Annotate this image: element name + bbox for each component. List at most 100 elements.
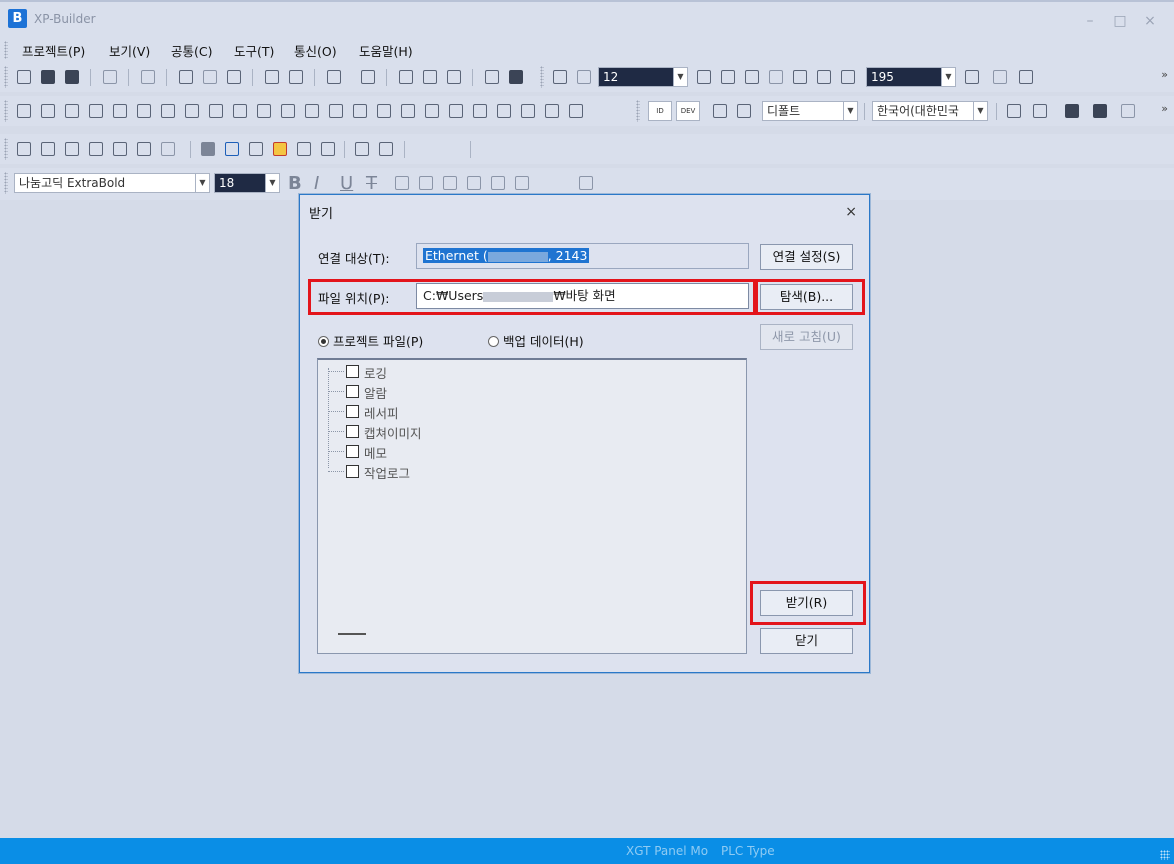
text-valign-bottom-icon[interactable] (512, 173, 532, 193)
checkbox-icon[interactable] (346, 365, 359, 378)
toolbar-grip[interactable] (4, 138, 8, 160)
align-center-icon[interactable] (38, 101, 58, 121)
same-height-icon[interactable] (326, 101, 346, 121)
same-size-icon[interactable] (350, 101, 370, 121)
toolbar-overflow-icon[interactable]: » (1161, 68, 1168, 81)
bold-icon[interactable]: B (288, 173, 308, 194)
grid-snap-icon[interactable] (574, 67, 594, 87)
chevron-down-icon[interactable]: ▼ (973, 102, 987, 120)
dev-badge-icon[interactable]: DEV (676, 101, 700, 121)
zoom-out-icon[interactable] (838, 67, 858, 87)
ungroup-icon[interactable] (358, 67, 378, 87)
toolbar-grip[interactable] (4, 66, 8, 88)
find-icon[interactable] (396, 67, 416, 87)
align-grid-2-icon[interactable] (718, 67, 738, 87)
hand-icon[interactable] (790, 67, 810, 87)
menu-help[interactable]: 도움말(H) (359, 41, 413, 60)
align-middle-icon[interactable] (110, 101, 130, 121)
download-icon[interactable] (246, 139, 266, 159)
file-location-field[interactable]: C:₩Users ₩바탕 화면 (416, 283, 749, 309)
order-icon[interactable] (398, 101, 418, 121)
same-width-icon[interactable] (302, 101, 322, 121)
bring-front-icon[interactable] (422, 101, 442, 121)
tools-icon[interactable] (1062, 101, 1082, 121)
radio-backup-data[interactable]: 백업 데이터(H) (488, 331, 584, 350)
minimize-button[interactable]: – (1080, 11, 1100, 31)
line-icon[interactable] (766, 67, 786, 87)
radio-unselected-icon[interactable] (488, 336, 499, 347)
delete-icon[interactable] (176, 67, 196, 87)
align-left-icon[interactable] (14, 101, 34, 121)
text-valign-middle-icon[interactable] (488, 173, 508, 193)
strikethrough-icon[interactable]: T (366, 173, 386, 194)
paste-icon[interactable] (262, 67, 282, 87)
tag-icon[interactable] (710, 101, 730, 121)
toolbar-grip[interactable] (4, 172, 8, 194)
radio-selected-icon[interactable] (318, 336, 329, 347)
tree-icon[interactable] (1004, 101, 1024, 121)
align-right-icon[interactable] (62, 101, 82, 121)
toolbar-grip-2[interactable] (636, 100, 640, 122)
toolbar-overflow-icon[interactable]: » (1161, 102, 1168, 115)
space-v-icon[interactable] (278, 101, 298, 121)
connection-target-field[interactable]: Ethernet (, 2143 (416, 243, 749, 269)
id-badge-icon[interactable]: ID (648, 101, 672, 121)
split-icon[interactable] (318, 139, 338, 159)
last-page-icon[interactable] (376, 139, 396, 159)
object-edit-icon[interactable] (62, 139, 82, 159)
receive-button[interactable]: 받기(R) (760, 590, 853, 616)
text-align-left-icon[interactable] (392, 173, 412, 193)
language-combo[interactable]: 한국어(대한민국 ▼ (872, 101, 988, 121)
simulate-icon[interactable] (222, 139, 242, 159)
menu-common[interactable]: 공통(C) (171, 41, 212, 60)
layer-3-icon[interactable] (566, 101, 586, 121)
refresh-button[interactable]: 새로 고침(U) (760, 324, 853, 350)
center-v-icon[interactable] (230, 101, 250, 121)
layer-icon[interactable] (518, 101, 538, 121)
space-h-icon[interactable] (254, 101, 274, 121)
new-file-icon[interactable] (14, 67, 34, 87)
menubar-grip[interactable] (4, 41, 8, 59)
undo-icon[interactable] (100, 67, 120, 87)
monitor-icon[interactable] (294, 139, 314, 159)
cut-icon[interactable] (200, 67, 220, 87)
first-page-icon[interactable] (352, 139, 372, 159)
checkbox-icon[interactable] (346, 465, 359, 478)
group-icon[interactable] (324, 67, 344, 87)
size-icon[interactable] (374, 101, 394, 121)
document-icon[interactable] (110, 139, 130, 159)
print-icon[interactable] (482, 67, 502, 87)
connection-settings-button[interactable]: 연결 설정(S) (760, 244, 853, 270)
send-back-icon[interactable] (446, 101, 466, 121)
window-icon[interactable] (1030, 101, 1050, 121)
center-h-icon[interactable] (206, 101, 226, 121)
object-find-icon[interactable] (38, 139, 58, 159)
object-search-icon[interactable] (86, 139, 106, 159)
maximize-button[interactable]: □ (1110, 11, 1130, 31)
screen-icon[interactable] (420, 67, 440, 87)
text-align-right-icon[interactable] (440, 173, 460, 193)
checkbox-icon[interactable] (346, 385, 359, 398)
save-icon[interactable] (62, 67, 82, 87)
bring-forward-icon[interactable] (470, 101, 490, 121)
menu-communication[interactable]: 통신(O) (294, 41, 337, 60)
font-color-icon[interactable] (576, 173, 596, 193)
distribute-h-icon[interactable] (158, 101, 178, 121)
font-size-combo[interactable]: 18 ▼ (214, 173, 280, 193)
chevron-down-icon[interactable]: ▼ (843, 102, 857, 120)
toolbar-grip-2[interactable] (540, 66, 544, 88)
checkbox-icon[interactable] (346, 425, 359, 438)
text-tag-icon[interactable] (158, 139, 178, 159)
text-align-center-icon[interactable] (416, 173, 436, 193)
radio-project-file[interactable]: 프로젝트 파일(P) (318, 331, 423, 350)
checkbox-icon[interactable] (346, 445, 359, 458)
copy-icon[interactable] (224, 67, 244, 87)
close-window-button[interactable]: × (1140, 11, 1160, 31)
style-combo[interactable]: 디폴트 ▼ (762, 101, 858, 121)
fit-screen-icon[interactable] (962, 67, 982, 87)
run-icon[interactable] (198, 139, 218, 159)
dialog-close-icon[interactable]: × (845, 204, 857, 220)
align-bottom-icon[interactable] (134, 101, 154, 121)
align-top-icon[interactable] (86, 101, 106, 121)
zoom-window-icon[interactable] (1016, 67, 1036, 87)
